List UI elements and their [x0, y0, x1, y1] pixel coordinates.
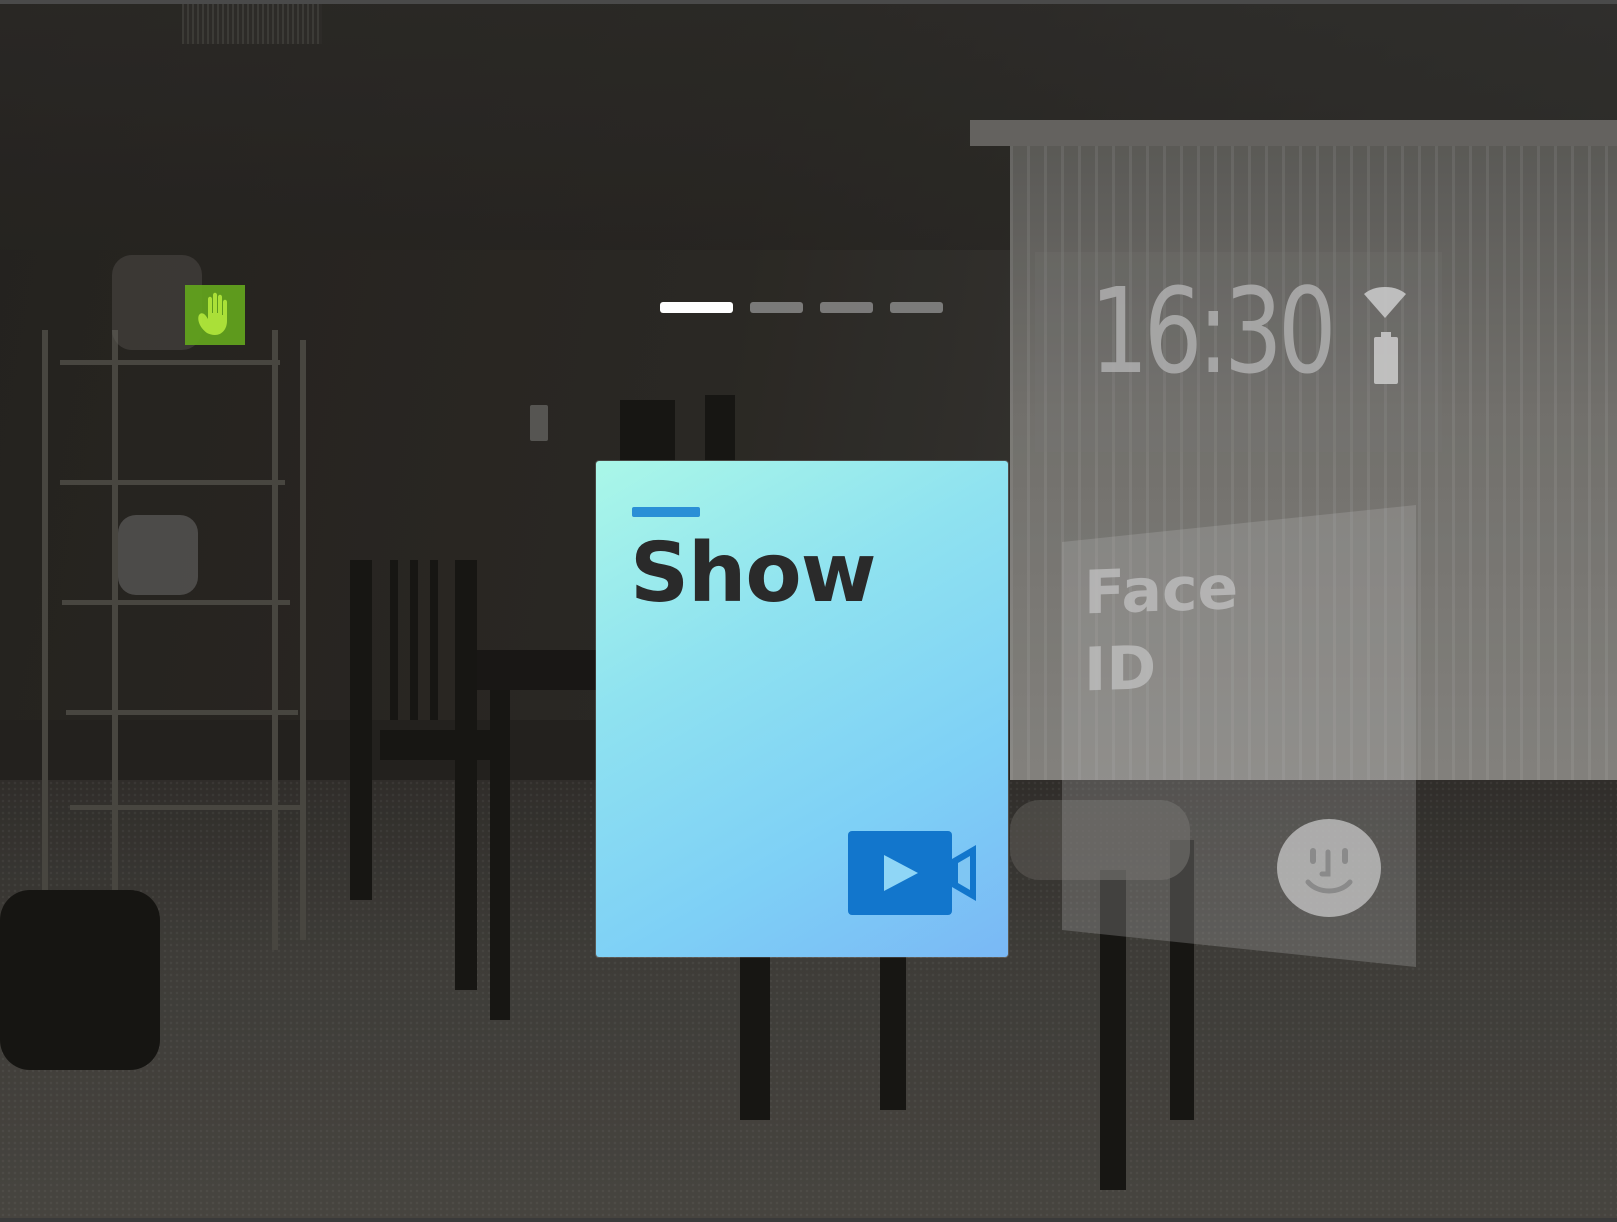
wifi-icon [1364, 287, 1406, 318]
page-dot[interactable] [890, 302, 943, 313]
face-id-title-line2: ID [1084, 632, 1157, 706]
show-card[interactable]: Show [596, 461, 1008, 957]
face-id-title: Face ID [1084, 549, 1284, 710]
page-dot[interactable] [820, 302, 873, 313]
show-card-title: Show [630, 526, 877, 621]
face-id-title-line1: Face [1084, 553, 1239, 629]
page-dot-active[interactable] [660, 302, 733, 313]
battery-icon [1374, 332, 1398, 384]
card-accent-bar [632, 507, 700, 517]
top-edge [0, 0, 1617, 4]
bottom-edge [0, 1218, 1617, 1222]
video-play-icon [848, 831, 976, 915]
hand-stop-icon [198, 292, 227, 335]
face-icon [1277, 819, 1381, 917]
hand-stop-indicator [185, 285, 245, 345]
page-dot[interactable] [750, 302, 803, 313]
clock-time: 16:30 [1090, 262, 1337, 400]
